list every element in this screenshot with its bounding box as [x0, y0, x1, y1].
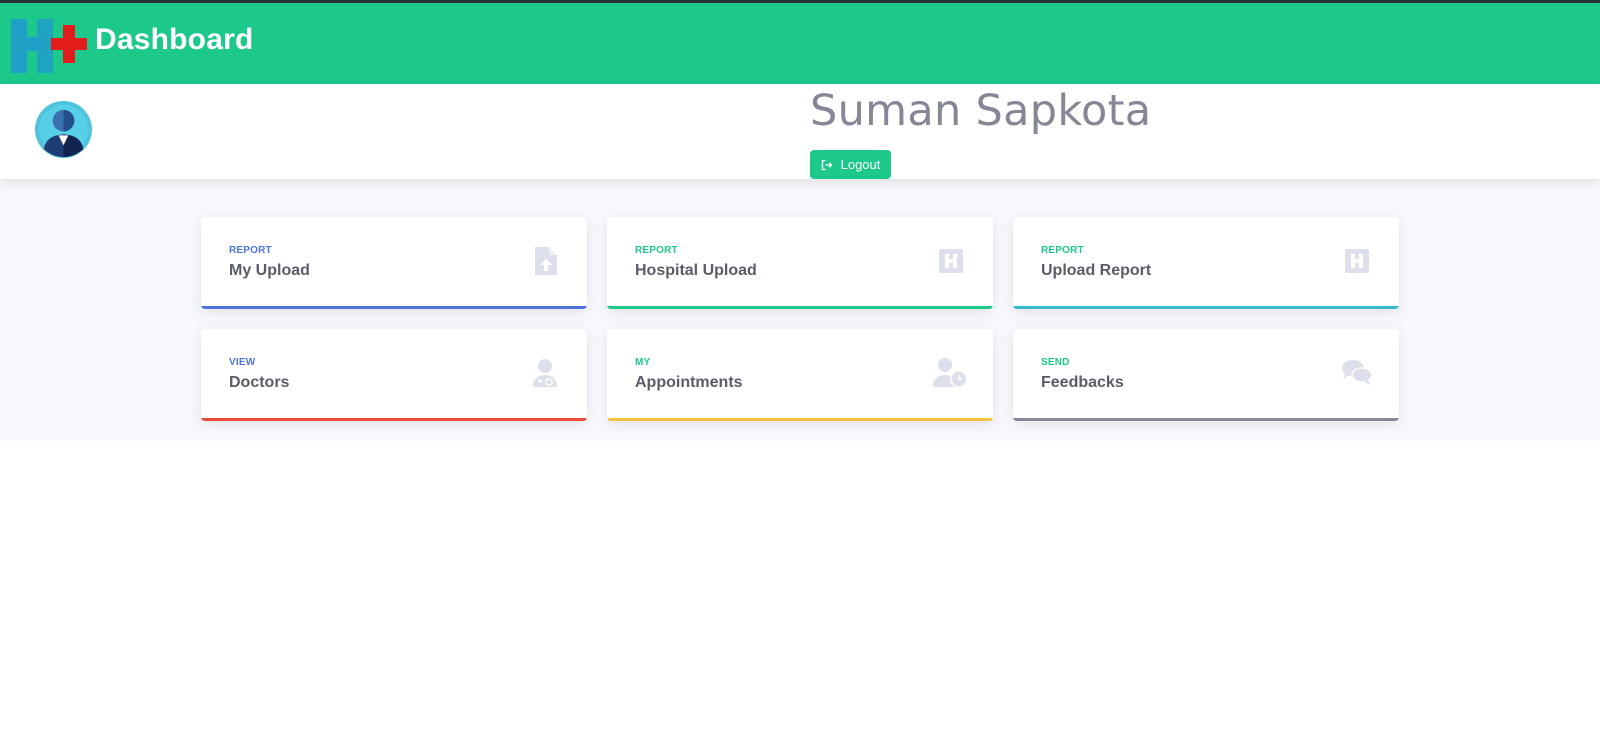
card-hospital-upload[interactable]: REPORT Hospital Upload — [607, 217, 993, 309]
card-accent-bar — [1013, 306, 1399, 309]
sign-out-icon — [821, 159, 833, 170]
card-accent-bar — [607, 418, 993, 421]
card-kicker: REPORT — [1041, 245, 1084, 256]
logout-button[interactable]: Logout — [810, 150, 891, 179]
user-avatar-icon — [34, 100, 93, 159]
user-clock-icon — [933, 357, 968, 389]
card-kicker: REPORT — [229, 245, 272, 256]
brand-title[interactable]: Dashboard — [95, 23, 254, 57]
card-accent-bar — [607, 306, 993, 309]
hospital-icon — [935, 245, 967, 277]
card-doctors[interactable]: VIEW Doctors — [201, 329, 587, 421]
card-title: Appointments — [635, 374, 743, 391]
card-title: My Upload — [229, 262, 310, 279]
card-title: Hospital Upload — [635, 262, 757, 279]
logout-label: Logout — [840, 157, 881, 172]
card-title: Upload Report — [1041, 262, 1152, 279]
card-my-upload[interactable]: REPORT My Upload — [201, 217, 587, 309]
card-kicker: VIEW — [229, 357, 256, 368]
card-kicker: REPORT — [635, 245, 678, 256]
card-accent-bar — [201, 306, 587, 309]
card-appointments[interactable]: MY Appointments — [607, 329, 993, 421]
card-accent-bar — [1013, 418, 1399, 421]
dashboard-content: REPORT My Upload REPORT Hospital Upload … — [0, 179, 1600, 441]
card-upload-report[interactable]: REPORT Upload Report — [1013, 217, 1399, 309]
card-title: Doctors — [229, 374, 290, 391]
card-title: Feedbacks — [1041, 374, 1124, 391]
file-upload-icon — [529, 245, 561, 277]
card-kicker: SEND — [1041, 357, 1070, 368]
card-kicker: MY — [635, 357, 651, 368]
profile-header: Suman Sapkota Logout — [0, 84, 1600, 179]
hospital-logo-icon[interactable] — [11, 17, 89, 73]
doctor-icon — [529, 357, 561, 389]
user-name: Suman Sapkota — [810, 86, 1152, 136]
card-feedbacks[interactable]: SEND Feedbacks — [1013, 329, 1399, 421]
top-navbar: Dashboard — [0, 3, 1600, 84]
comments-icon — [1341, 357, 1373, 389]
card-accent-bar — [201, 418, 587, 421]
hospital-icon — [1341, 245, 1373, 277]
